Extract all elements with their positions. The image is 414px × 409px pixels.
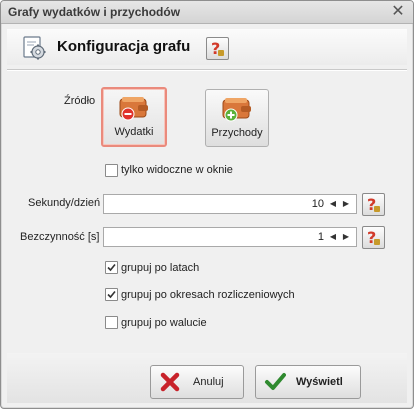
- cancel-label: Anuluj: [193, 376, 224, 388]
- page-title: Konfiguracja grafu: [57, 38, 191, 55]
- help-button-seconds[interactable]: ?: [362, 193, 385, 216]
- seconds-per-day-value: 10: [311, 198, 324, 210]
- checkmark-icon: [265, 373, 286, 390]
- group-by-periods-label: grupuj po okresach rozliczeniowych: [121, 289, 295, 301]
- idle-value: 1: [317, 231, 324, 243]
- income-label: Przychody: [211, 127, 263, 139]
- group-by-years-checkbox[interactable]: [105, 261, 118, 274]
- window-title: Grafy wydatków i przychodów: [8, 5, 181, 19]
- decrement-arrow-icon[interactable]: ◀: [328, 231, 338, 243]
- checkmark-icon: [107, 290, 116, 299]
- title-bar[interactable]: Grafy wydatków i przychodów ✕: [1, 1, 413, 24]
- decrement-arrow-icon[interactable]: ◀: [328, 198, 338, 210]
- expenses-label: Wydatki: [114, 126, 154, 138]
- show-label: Wyświetl: [296, 376, 343, 388]
- dialog-window: Grafy wydatków i przychodów ✕ Konfigurac…: [0, 0, 414, 409]
- checkmark-icon: [107, 263, 116, 272]
- show-button[interactable]: Wyświetl: [255, 365, 361, 399]
- increment-arrow-icon[interactable]: ▶: [341, 231, 351, 243]
- seconds-per-day-label: Sekundy/dzień: [28, 197, 101, 209]
- wallet-minus-icon: [119, 97, 148, 121]
- source-label: Źródło: [64, 95, 96, 107]
- income-button[interactable]: Przychody: [205, 89, 269, 147]
- help-button-header[interactable]: ?: [206, 37, 229, 60]
- group-by-currency-checkbox[interactable]: [105, 316, 118, 329]
- gear-document-icon: [23, 36, 46, 60]
- close-icon[interactable]: ✕: [389, 3, 407, 21]
- only-visible-checkbox[interactable]: [105, 164, 118, 177]
- group-by-periods-checkbox[interactable]: [105, 288, 118, 301]
- cancel-button[interactable]: Anuluj: [150, 365, 244, 399]
- only-visible-label: tylko widoczne w oknie: [121, 164, 233, 176]
- group-by-years-label: grupuj po latach: [121, 262, 200, 274]
- idle-input[interactable]: 1 ◀ ▶: [103, 227, 357, 247]
- increment-arrow-icon[interactable]: ▶: [341, 198, 351, 210]
- help-question-icon: ?: [367, 228, 380, 246]
- help-question-icon: ?: [211, 39, 224, 57]
- group-by-currency-label: grupuj po walucie: [121, 317, 207, 329]
- wallet-plus-icon: [222, 98, 251, 122]
- expenses-button[interactable]: Wydatki: [101, 87, 167, 147]
- header-separator: [7, 69, 407, 71]
- help-question-icon: ?: [367, 195, 380, 213]
- idle-label: Bezczynność [s]: [20, 231, 100, 243]
- seconds-per-day-input[interactable]: 10 ◀ ▶: [103, 194, 357, 214]
- footer-bar: Anuluj Wyświetl: [7, 353, 407, 403]
- help-button-idle[interactable]: ?: [362, 226, 385, 249]
- cancel-x-icon: [160, 372, 180, 392]
